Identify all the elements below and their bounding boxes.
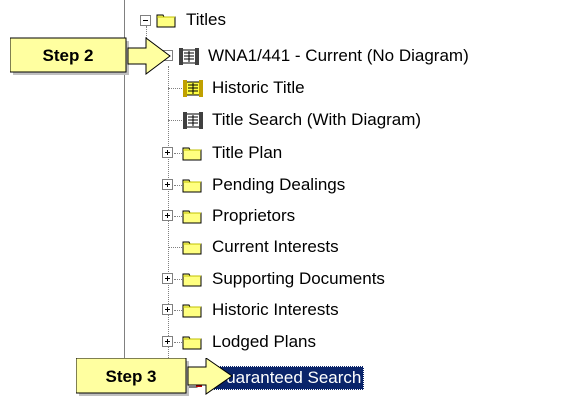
step2-label: Step 2 <box>42 46 93 65</box>
tree-connector <box>168 247 182 248</box>
step2-callout: Step 2 <box>10 37 171 75</box>
tree-node-label: Historic Interests <box>212 300 339 319</box>
folder-icon <box>182 334 202 350</box>
step3-label: Step 3 <box>105 367 156 386</box>
tree-connector <box>174 153 182 154</box>
tree-node-title-wna1-441[interactable]: WNA1/441 - Current (No Diagram) <box>178 44 471 68</box>
tree-connector <box>174 310 182 311</box>
expand-toggle[interactable] <box>162 304 173 315</box>
tree-node-historic-interests[interactable]: Historic Interests <box>182 298 341 322</box>
tree-node-title-search[interactable]: Title Search (With Diagram) <box>182 108 423 132</box>
tree-node-proprietors[interactable]: Proprietors <box>182 204 297 228</box>
expand-toggle[interactable] <box>162 179 173 190</box>
tree-connector <box>168 120 182 121</box>
tree-node-lodged-plans[interactable]: Lodged Plans <box>182 330 318 354</box>
tree-connector <box>168 88 182 89</box>
folder-icon <box>182 177 202 193</box>
expand-toggle[interactable] <box>162 147 173 158</box>
tree-node-label: WNA1/441 - Current (No Diagram) <box>208 46 469 65</box>
tree-connector <box>174 279 182 280</box>
tree-node-label: Titles <box>186 10 226 29</box>
tree-node-label: Current Interests <box>212 237 339 256</box>
tree-node-pending-dealings[interactable]: Pending Dealings <box>182 173 347 197</box>
tree-node-label: Lodged Plans <box>212 332 316 351</box>
tree-node-label: Historic Title <box>212 78 305 97</box>
tree-connector <box>168 66 169 378</box>
folder-icon <box>182 239 202 255</box>
historic-title-icon <box>182 78 204 98</box>
tree-node-supporting-documents[interactable]: Supporting Documents <box>182 267 387 291</box>
tree-node-label: Supporting Documents <box>212 269 385 288</box>
tree-connector <box>174 216 182 217</box>
folder-icon <box>182 145 202 161</box>
folder-icon <box>182 271 202 287</box>
tree-node-label: Pending Dealings <box>212 175 346 194</box>
expand-toggle[interactable] <box>162 336 173 347</box>
tree-connector <box>174 185 182 186</box>
tree-node-historic-title[interactable]: Historic Title <box>182 76 307 100</box>
tree-node-current-interests[interactable]: Current Interests <box>182 235 341 259</box>
title-search-icon <box>182 110 204 130</box>
tree-node-title-plan[interactable]: Title Plan <box>182 141 284 165</box>
folder-icon <box>156 12 176 28</box>
expand-toggle[interactable] <box>162 210 173 221</box>
title-document-icon <box>178 46 200 66</box>
tree-node-label: Title Search (With Diagram) <box>212 110 422 129</box>
tree-node-label: Proprietors <box>212 206 296 225</box>
tree-node-label: Title Plan <box>212 143 283 162</box>
tree-connector <box>174 342 182 343</box>
expand-toggle[interactable] <box>162 273 173 284</box>
folder-icon <box>182 208 202 224</box>
tree-node-titles[interactable]: Titles <box>156 8 228 32</box>
step3-callout: Step 3 <box>76 358 233 396</box>
folder-icon <box>182 302 202 318</box>
collapse-toggle[interactable] <box>140 15 151 26</box>
